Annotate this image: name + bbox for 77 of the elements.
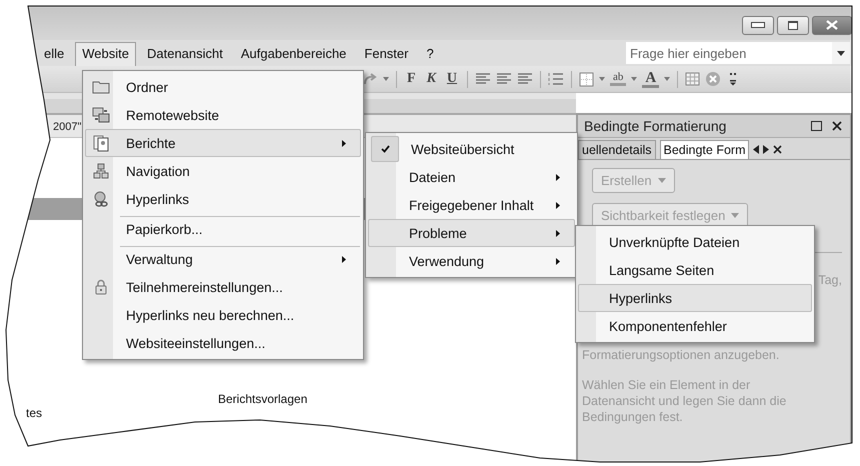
menu-item[interactable]: Dateien xyxy=(368,163,575,191)
align-icon[interactable] xyxy=(496,72,512,86)
scroll-right-icon[interactable] xyxy=(763,145,770,154)
submenu-arrow-icon xyxy=(556,174,560,180)
help-text: Wählen Sie ein Element in der Datenansicht und legen Sie dann die Bedingungen fest. xyxy=(582,377,788,425)
redo-icon[interactable] xyxy=(362,72,378,86)
link-icon xyxy=(93,190,109,208)
checkmark-icon xyxy=(380,145,390,153)
submenu-arrow-icon xyxy=(342,256,346,262)
caret-icon[interactable] xyxy=(631,77,638,81)
close-icon xyxy=(826,20,838,30)
dropdown-arrow-icon xyxy=(837,50,845,56)
menu-item[interactable]: Freigegebener Inhalt xyxy=(368,191,575,219)
bold-button[interactable]: F xyxy=(404,71,419,87)
menu-item[interactable]: Remotewebsite xyxy=(85,101,361,129)
menu-item[interactable]: Navigation xyxy=(85,157,361,185)
submenu-arrow-icon xyxy=(556,230,560,236)
caret-icon xyxy=(658,178,666,183)
overflow-icon[interactable] xyxy=(730,72,736,86)
align-icon[interactable] xyxy=(517,72,534,86)
caret-icon xyxy=(731,213,740,218)
menu-bar-item[interactable]: ? xyxy=(419,42,441,64)
menu-item[interactable]: Websiteeinstellungen... xyxy=(85,329,361,357)
table-icon[interactable] xyxy=(685,72,700,86)
menu-item[interactable]: Hyperlinks xyxy=(578,284,812,312)
pane-tab[interactable]: Bedingte Form xyxy=(660,140,750,159)
highlight-button[interactable]: ab xyxy=(610,72,626,86)
minimize-icon xyxy=(751,22,765,28)
help-text: Tag, xyxy=(818,273,842,287)
caret-icon[interactable] xyxy=(599,77,606,81)
caret-icon[interactable] xyxy=(383,77,389,81)
font-color-button[interactable]: A xyxy=(642,70,660,88)
menu-item[interactable]: Verwendung xyxy=(368,247,575,275)
transfer-icon xyxy=(92,107,110,123)
caption-text: Berichtsvorlagen xyxy=(218,392,308,406)
menu-item[interactable]: Websiteübersicht xyxy=(368,135,575,163)
menu-item[interactable]: Probleme xyxy=(368,219,575,247)
help-text: Formatierungsoptionen anzugeben. xyxy=(582,347,780,363)
menu-bar-item[interactable]: Aufgabenbereiche xyxy=(234,42,354,64)
close-icon[interactable] xyxy=(773,145,782,154)
search-field[interactable]: Frage hier eingeben xyxy=(626,42,832,64)
caret-icon[interactable] xyxy=(664,77,670,81)
submenu-arrow-icon xyxy=(556,202,560,208)
menu-item[interactable]: Hyperlinks neu berechnen... xyxy=(85,301,361,329)
close-icon[interactable] xyxy=(832,121,842,131)
menu-item[interactable]: Langsame Seiten xyxy=(578,256,812,284)
restore-icon xyxy=(788,20,798,30)
menu-bar-item[interactable]: elle xyxy=(37,42,72,64)
italic-button[interactable]: K xyxy=(424,71,439,87)
menu-bar-item[interactable]: Website xyxy=(75,42,136,67)
underline-button[interactable]: U xyxy=(444,71,460,87)
restore-button[interactable] xyxy=(777,16,809,34)
border-icon[interactable] xyxy=(579,72,594,86)
submenu-arrow-icon xyxy=(342,140,346,146)
pane-tab[interactable]: uellendetails xyxy=(578,140,656,159)
dropdown-button[interactable] xyxy=(832,42,850,64)
menu-item[interactable]: Ordner xyxy=(85,73,361,101)
tab-label: 2007" xyxy=(53,121,82,135)
menu-item[interactable]: Hyperlinks xyxy=(85,185,361,213)
menu-item[interactable]: Berichte xyxy=(85,129,361,157)
pane-title: Bedingte Formatierung xyxy=(584,118,728,134)
sitemap-icon xyxy=(93,163,109,179)
menu-bar-item[interactable]: Datenansicht xyxy=(140,42,230,64)
align-icon[interactable] xyxy=(475,72,492,86)
menu-item[interactable]: Unverknüpfte Dateien xyxy=(578,228,812,256)
menu-bar-item[interactable]: Fenster xyxy=(357,42,416,64)
submenu-arrow-icon xyxy=(556,258,560,264)
close-button[interactable] xyxy=(812,16,852,34)
numbered-list-icon[interactable] xyxy=(548,72,564,86)
menu-item[interactable]: Komponentenfehler xyxy=(578,312,812,340)
menu-item[interactable]: Teilnehmereinstellungen... xyxy=(85,273,361,301)
maximize-icon[interactable] xyxy=(811,121,822,131)
text-fragment: tes xyxy=(26,406,42,420)
minimize-button[interactable] xyxy=(742,16,774,34)
scroll-left-icon[interactable] xyxy=(753,145,760,154)
report-icon xyxy=(93,134,109,152)
lock-icon xyxy=(94,279,108,295)
